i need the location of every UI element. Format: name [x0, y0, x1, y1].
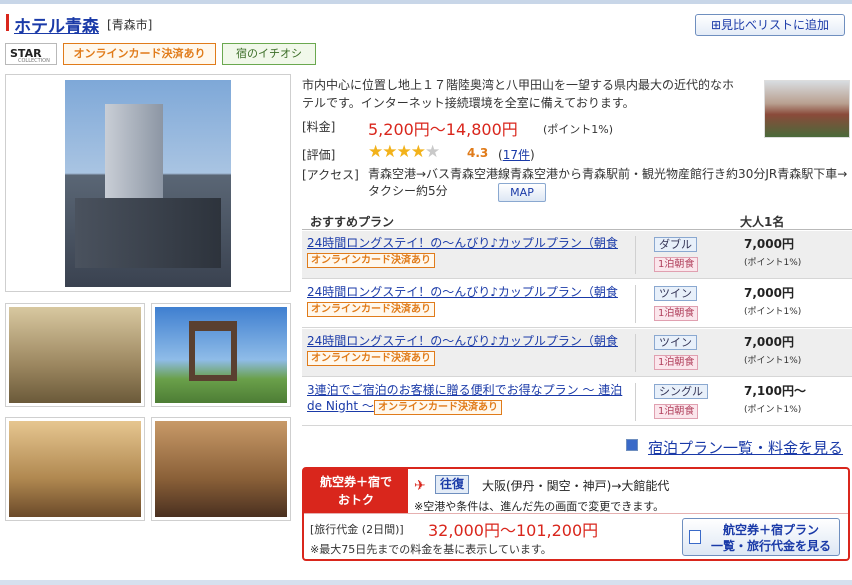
air-tag-line1: 航空券＋宿で	[319, 475, 392, 489]
room-type-badge: ツイン	[654, 335, 697, 350]
plan-price: 7,000円	[744, 237, 794, 251]
flight-route: 大阪(伊丹・関空・神戸)→大館能代	[482, 479, 670, 493]
airplane-icon: ✈	[414, 478, 426, 494]
plan-online-badge: オンラインカード決済あり	[307, 253, 435, 268]
plan-row: 24時間ロングステイ！の〜んびり♪カップルプラン（朝食付） オンラインカード決済…	[302, 280, 852, 328]
suite-room-image	[155, 421, 287, 517]
thumbnail-suite-room[interactable]	[151, 417, 291, 521]
travel-cost-price: 32,000円〜101,200円	[428, 521, 599, 540]
recommend-badge[interactable]: 宿のイチオシ	[222, 43, 316, 65]
plan-price: 7,000円	[744, 335, 794, 349]
air-tag-line2: おトク	[337, 493, 374, 507]
plan-row: 3連泊でご宿泊のお客様に贈る便利でお得なプラン 〜 連泊de Night 〜 オ…	[302, 378, 852, 426]
meal-badge: 1泊朝食	[654, 306, 699, 321]
thumbnail-lobby[interactable]	[5, 303, 145, 407]
lobby-image	[9, 307, 141, 403]
plan-divider	[635, 236, 636, 274]
access-text: 青森空港→バス青森空港線青森空港から青森駅前・観光物産館行き約30分JR青森駅下…	[368, 167, 848, 198]
rating-score: 4.3	[467, 146, 489, 160]
room-type-badge: ダブル	[654, 237, 697, 252]
meal-badge: 1泊朝食	[654, 355, 699, 370]
twin-room-image	[9, 421, 141, 517]
title-accent-bar	[6, 14, 9, 31]
travel-cost-label: [旅行代金 (2日間)]	[310, 523, 404, 536]
plan-row: 24時間ロングステイ！の〜んびり♪カップルプラン（朝食付） オンラインカード決済…	[302, 231, 852, 279]
air-button-line1: 航空券＋宿プラン	[722, 523, 819, 537]
document-icon	[689, 530, 701, 544]
plan-table-header: おすすめプラン 大人1名	[302, 210, 852, 230]
plan-online-badge: オンラインカード決済あり	[307, 351, 435, 366]
hotel-name-link[interactable]: ホテル青森	[14, 12, 99, 37]
air-hotel-package-box: 航空券＋宿で おトク ✈ 往復 大阪(伊丹・関空・神戸)→大館能代 ※空港や条件…	[302, 467, 850, 561]
access-label: [アクセス]	[302, 168, 359, 182]
bottom-border	[0, 580, 852, 585]
meal-badge: 1泊朝食	[654, 404, 699, 419]
map-button[interactable]: MAP	[498, 183, 546, 202]
plan-price: 7,100円〜	[744, 384, 806, 398]
plan-divider	[635, 334, 636, 372]
plan-divider	[635, 285, 636, 323]
travel-cost-note: ※最大75日先までの料金を基に表示しています。	[310, 543, 552, 556]
hotel-base-shape	[75, 198, 221, 268]
main-hotel-photo[interactable]	[5, 74, 291, 292]
side-photo[interactable]	[764, 80, 850, 138]
reviews-count: (17件)	[498, 146, 535, 163]
room-type-badge: ツイン	[654, 286, 697, 301]
air-box-divider	[304, 513, 848, 514]
price-range: 5,200円〜14,800円	[368, 120, 518, 139]
add-to-compare-button[interactable]: ⊞見比べリストに追加	[695, 14, 845, 36]
price-label: [料金]	[302, 120, 336, 134]
price-point: (ポイント1%)	[543, 123, 614, 136]
plan-point: (ポイント1%)	[744, 405, 802, 415]
plan-point: (ポイント1%)	[744, 258, 802, 268]
star-collection-badge: STAR COLLECTION	[5, 43, 57, 65]
hotel-city: [青森市]	[107, 18, 153, 32]
air-button-line2: 一覧・旅行代金を見る	[710, 539, 831, 553]
hotel-building-image	[65, 80, 231, 287]
plan-row: 24時間ロングステイ！の〜んびり♪カップルプラン（朝食付） オンラインカード決済…	[302, 329, 852, 377]
star-badge-sub: COLLECTION	[18, 58, 50, 64]
room-type-badge: シングル	[654, 384, 708, 399]
plan-divider	[635, 383, 636, 421]
air-conditions-note: ※空港や条件は、進んだ先の画面で変更できます。	[414, 500, 665, 513]
rating-stars-icon: ★★★★★	[368, 142, 440, 162]
plan-online-badge: オンラインカード決済あり	[307, 302, 435, 317]
plan-price: 7,000円	[744, 286, 794, 300]
hotel-description: 市内中心に位置し地上１７階陸奥湾と八甲田山を一望する県内最大の近代的なホテルです…	[302, 78, 735, 110]
plan-header-price: 大人1名	[740, 215, 785, 229]
thumbnail-tower-landmark[interactable]	[151, 303, 291, 407]
air-hotel-plans-button[interactable]: 航空券＋宿プラン 一覧・旅行代金を見る	[682, 518, 840, 556]
meal-badge: 1泊朝食	[654, 257, 699, 272]
plan-point: (ポイント1%)	[744, 307, 802, 317]
landmark-image	[155, 307, 287, 403]
air-hotel-tag: 航空券＋宿で おトク	[304, 469, 408, 513]
plan-point: (ポイント1%)	[744, 356, 802, 366]
thumbnail-twin-room[interactable]	[5, 417, 145, 521]
roundtrip-badge: 往復	[435, 475, 470, 494]
reviews-link[interactable]: 17件	[503, 148, 530, 162]
air-button-label: 航空券＋宿プラン 一覧・旅行代金を見る	[705, 522, 837, 554]
online-payment-badge: オンラインカード決済あり	[63, 43, 216, 65]
plan-online-badge: オンラインカード決済あり	[374, 400, 502, 415]
all-plans-link[interactable]: 宿泊プラン一覧・料金を見る	[648, 437, 843, 458]
reviews-close-paren: )	[529, 148, 535, 162]
plan-header-title: おすすめプラン	[310, 215, 395, 229]
landmark-structure	[189, 321, 237, 381]
rating-label: [評価]	[302, 148, 336, 162]
top-border	[0, 0, 852, 4]
arrow-square-icon	[626, 439, 638, 451]
